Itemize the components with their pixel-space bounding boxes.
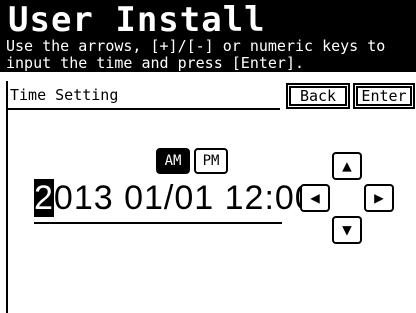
instruction-line-1: Use the arrows, [+]/[-] or numeric keys … — [6, 37, 386, 55]
section-divider — [8, 108, 280, 110]
user-install-screen: User Install Use the arrows, [+]/[-] or … — [0, 0, 416, 313]
time-value: 013 01/01 12:00 — [53, 179, 315, 217]
up-arrow-icon: ▲ — [342, 156, 352, 175]
down-arrow-button[interactable]: ▼ — [332, 216, 362, 244]
section-label: Time Setting — [10, 86, 119, 104]
input-cursor: 2 — [34, 179, 54, 217]
page-title: User Install — [8, 0, 266, 40]
time-input-field[interactable]: 2013 01/01 12:00 — [34, 174, 315, 222]
pm-button[interactable]: PM — [194, 148, 228, 174]
left-arrow-icon: ◀ — [310, 188, 320, 207]
up-arrow-button[interactable]: ▲ — [332, 152, 362, 180]
time-underline — [34, 222, 282, 224]
header-bar: User Install Use the arrows, [+]/[-] or … — [0, 0, 416, 72]
enter-button[interactable]: Enter — [353, 83, 415, 109]
left-arrow-button[interactable]: ◀ — [300, 184, 330, 212]
back-button[interactable]: Back — [286, 83, 350, 109]
down-arrow-icon: ▼ — [342, 220, 352, 239]
right-arrow-button[interactable]: ▶ — [364, 184, 394, 212]
instruction-line-2: input the time and press [Enter]. — [6, 54, 305, 72]
am-button[interactable]: AM — [156, 148, 190, 174]
right-arrow-icon: ▶ — [374, 188, 384, 207]
